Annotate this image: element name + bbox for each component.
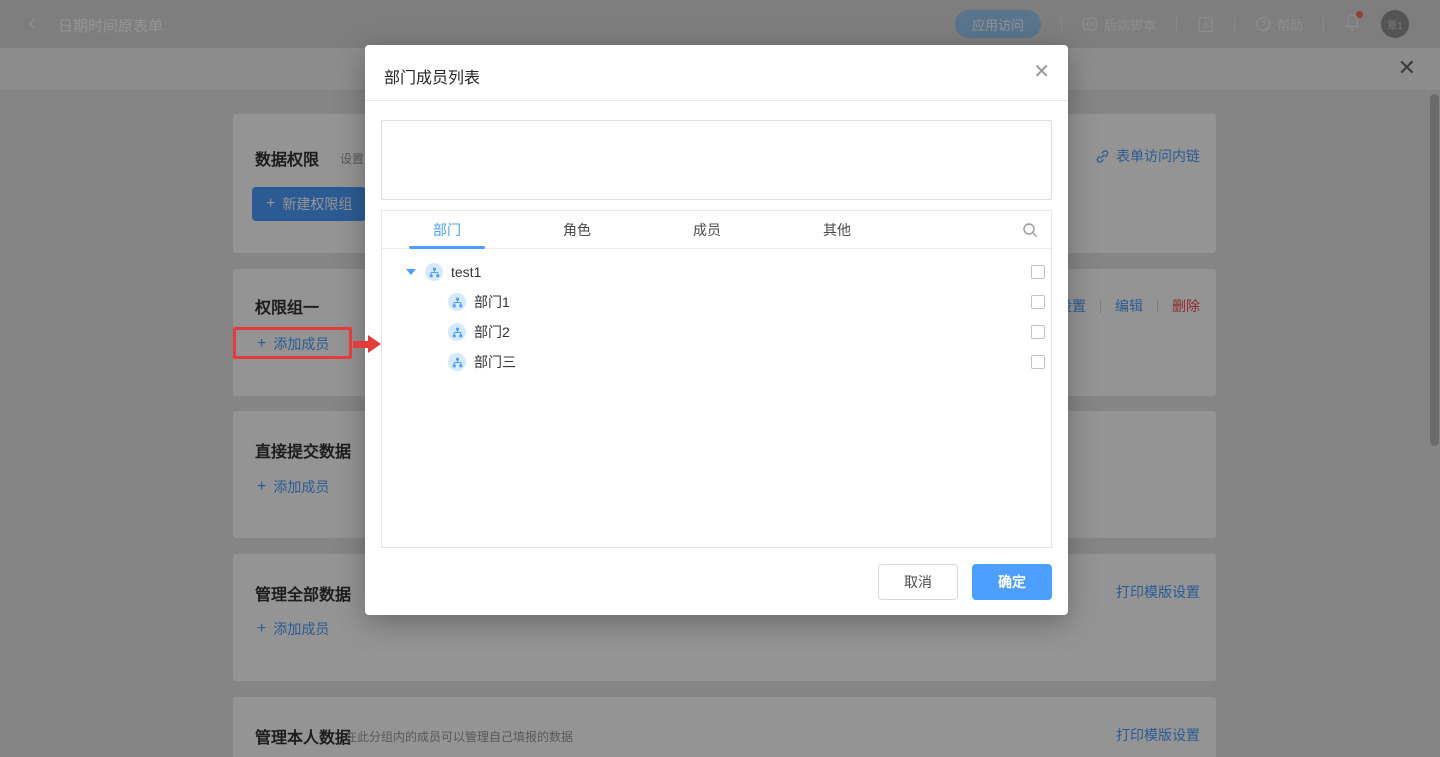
tree-node-label: 部门2: [474, 322, 510, 342]
selected-members-box[interactable]: [381, 120, 1052, 200]
tree-row-child[interactable]: 部门1: [382, 287, 1051, 317]
screen: ‹ 日期时间原表单 应用访问 后端脚本 A: [0, 0, 1440, 757]
tree-row-child[interactable]: 部门三: [382, 347, 1051, 377]
tree-row-root[interactable]: test1: [382, 257, 1051, 287]
department-icon: [425, 263, 443, 281]
annotation-arrow-head: [368, 335, 381, 353]
cancel-button[interactable]: 取消: [878, 564, 958, 600]
tab-member[interactable]: 成员: [642, 211, 772, 248]
modal-header: 部门成员列表 ✕: [365, 45, 1068, 101]
modal-title: 部门成员列表: [384, 64, 480, 88]
confirm-button[interactable]: 确定: [972, 564, 1052, 600]
checkbox[interactable]: [1031, 355, 1045, 369]
tree-node-label: 部门1: [474, 292, 510, 312]
member-picker-modal: 部门成员列表 ✕ 部门 角色 成员 其他: [365, 45, 1068, 615]
department-icon: [448, 293, 466, 311]
member-picker-panel: 部门 角色 成员 其他: [381, 210, 1052, 548]
tab-other[interactable]: 其他: [772, 211, 902, 248]
department-icon: [448, 323, 466, 341]
tab-role[interactable]: 角色: [512, 211, 642, 248]
modal-footer: 取消 确定: [878, 564, 1052, 600]
annotation-highlight-box: [233, 327, 352, 359]
annotation-arrow: [353, 341, 368, 348]
tree-node-label: test1: [451, 264, 481, 280]
search-icon[interactable]: [1022, 222, 1038, 238]
department-icon: [448, 353, 466, 371]
tab-department[interactable]: 部门: [382, 211, 512, 248]
tree-node-label: 部门三: [474, 352, 516, 372]
collapse-toggle-icon[interactable]: [406, 269, 416, 275]
checkbox[interactable]: [1031, 325, 1045, 339]
department-tree: test1 部门1: [382, 249, 1051, 377]
modal-close-icon[interactable]: ✕: [1033, 62, 1050, 82]
checkbox[interactable]: [1031, 265, 1045, 279]
tree-row-child[interactable]: 部门2: [382, 317, 1051, 347]
picker-tabs: 部门 角色 成员 其他: [382, 211, 1051, 249]
checkbox[interactable]: [1031, 295, 1045, 309]
